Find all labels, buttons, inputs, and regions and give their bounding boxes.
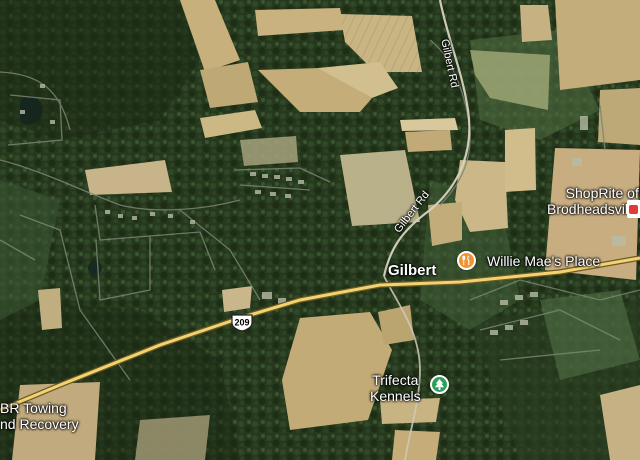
restaurant-pin-willie-maes[interactable]	[457, 251, 476, 270]
tree-icon	[434, 378, 445, 390]
satellite-map[interactable]: Gilbert Rd Gilbert Rd 209 Gilbert Willie…	[0, 0, 640, 460]
trifecta-line-2: Kennels	[370, 388, 421, 405]
place-label-willie-maes[interactable]: Willie Mae's Place	[487, 253, 600, 269]
us-route-209-shield: 209	[231, 314, 253, 332]
locality-label-gilbert: Gilbert	[388, 262, 437, 279]
shoprite-line-1: ShopRite of	[565, 185, 639, 201]
place-label-br-towing[interactable]: BR Towing nd Recovery	[0, 400, 79, 432]
satellite-imagery	[0, 0, 640, 460]
fork-knife-icon	[462, 255, 470, 266]
shoprite-line-2: Brodheadsville	[547, 201, 639, 218]
park-pin-trifecta-kennels[interactable]	[430, 375, 449, 394]
route-shield-number: 209	[234, 318, 249, 328]
place-label-trifecta-kennels[interactable]: Trifecta Kennels	[370, 372, 421, 404]
store-icon[interactable]	[627, 200, 640, 218]
place-label-shoprite[interactable]: ShopRite of Brodheadsville	[547, 185, 639, 217]
br-towing-line-1: BR Towing	[0, 400, 67, 416]
br-towing-line-2: nd Recovery	[0, 416, 79, 433]
trifecta-line-1: Trifecta	[372, 372, 419, 388]
